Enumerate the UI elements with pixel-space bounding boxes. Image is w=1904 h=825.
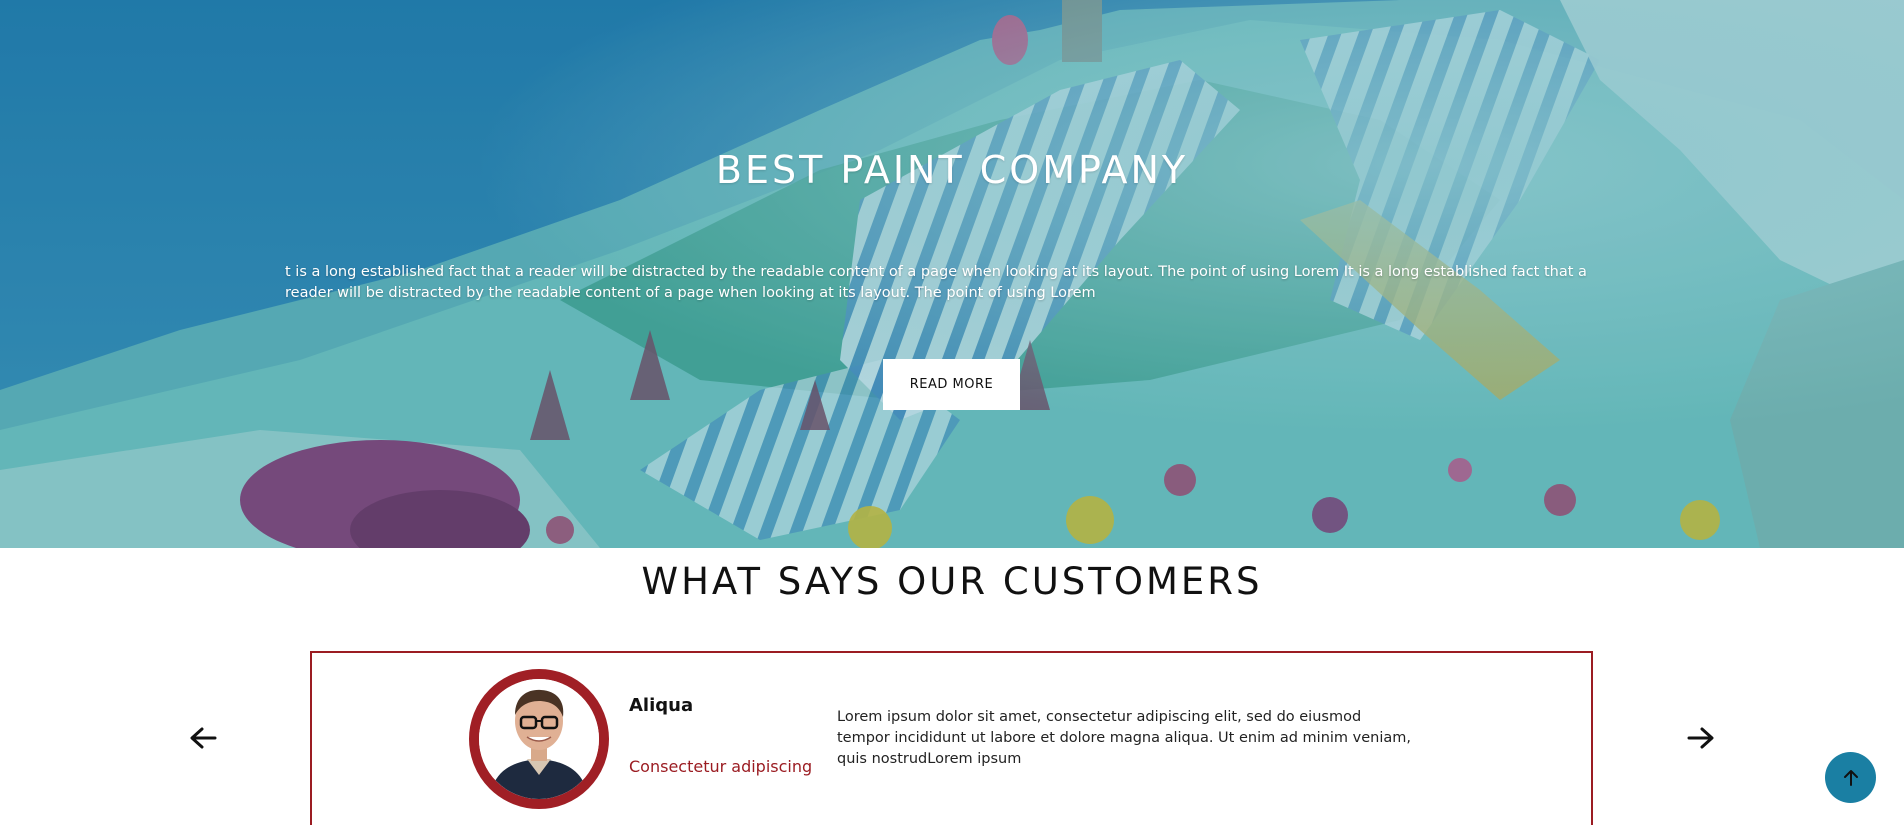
hero-banner: BEST PAINT COMPANY t is a long establish… [0,0,1904,548]
testimonial-quote: Lorem ipsum dolor sit amet, consectetur … [837,709,1411,767]
testimonial-card: Aliqua Consectetur adipiscing Lorem ipsu… [310,651,1593,825]
customer-name: Aliqua [629,695,694,716]
read-more-button[interactable]: READ MORE [883,359,1020,410]
testimonials-heading: WHAT SAYS OUR CUSTOMERS [641,560,1263,603]
arrow-left-icon [190,727,217,749]
customer-role: Consectetur adipiscing [629,757,813,776]
arrow-right-icon [1687,727,1714,749]
hero-description: t is a long established fact that a read… [285,264,1587,301]
hero-title: BEST PAINT COMPANY [715,148,1189,192]
carousel-prev-button[interactable] [186,723,220,753]
arrow-up-icon [1843,769,1858,786]
carousel-next-button[interactable] [1684,723,1718,753]
customer-avatar [469,669,609,809]
back-to-top-button[interactable] [1825,752,1876,803]
